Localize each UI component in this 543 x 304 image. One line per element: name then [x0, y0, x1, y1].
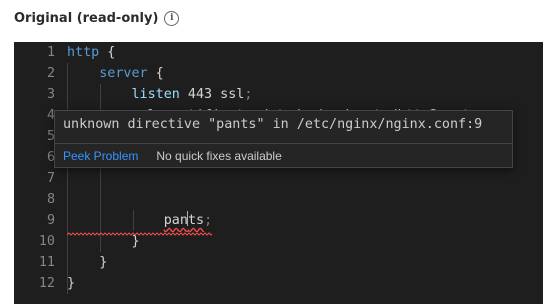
code-token: }	[131, 234, 140, 249]
line-number: 5	[46, 129, 55, 144]
line-content: listen 443 ssl;	[67, 84, 253, 105]
code-token: listen	[131, 87, 180, 102]
line-number: 9	[46, 213, 55, 228]
line-number: 11	[38, 255, 55, 270]
info-icon[interactable]: i	[164, 10, 180, 26]
problem-message: unknown directive "pants" in /etc/nginx/…	[63, 117, 483, 132]
line-number: 7	[46, 171, 55, 186]
hover-actions: Peek Problem No quick fixes available	[63, 149, 282, 163]
code-editor[interactable]: 1http {2 server {3 listen 443 ssl;4 ssl_…	[14, 42, 543, 304]
line-content: }	[67, 252, 107, 273]
code-line[interactable]: 1 http {	[14, 42, 543, 63]
line-number: 10	[38, 234, 55, 249]
code-token: {	[99, 45, 116, 60]
line-content: server {	[67, 63, 164, 84]
line-number: 1	[46, 45, 55, 60]
code-line[interactable]: 8	[14, 189, 543, 210]
code-line[interactable]: 2 server {	[14, 63, 543, 84]
code-token: }	[99, 255, 108, 270]
code-line[interactable]: 3 listen 443 ssl;	[14, 84, 543, 105]
code-token: }	[67, 276, 76, 291]
line-content: }	[67, 273, 75, 294]
hover-divider	[55, 143, 512, 144]
line-number: 12	[38, 276, 55, 291]
code-line[interactable]: 11 }	[14, 252, 543, 273]
no-quick-fixes-label: No quick fixes available	[156, 149, 282, 163]
code-token: http	[67, 45, 100, 60]
editor-title-bar: Original (read-only) i	[14, 8, 180, 28]
error-squiggle	[66, 225, 216, 236]
page-title: Original (read-only)	[14, 10, 159, 26]
code-token: {	[147, 66, 164, 81]
code-line[interactable]: 7	[14, 168, 543, 189]
line-number: 3	[46, 87, 55, 102]
line-content: http {	[67, 42, 115, 63]
code-line[interactable]: 12}	[14, 273, 543, 294]
code-token: 443 ssl	[179, 87, 245, 102]
code-token: server	[99, 66, 148, 81]
line-number: 8	[46, 192, 55, 207]
peek-problem-link[interactable]: Peek Problem	[63, 149, 138, 163]
problem-hover-widget: unknown directive "pants" in /etc/nginx/…	[54, 110, 513, 168]
code-token: ;	[244, 87, 253, 102]
line-number: 4	[46, 108, 55, 123]
line-number: 2	[46, 66, 55, 81]
line-number: 6	[46, 150, 55, 165]
